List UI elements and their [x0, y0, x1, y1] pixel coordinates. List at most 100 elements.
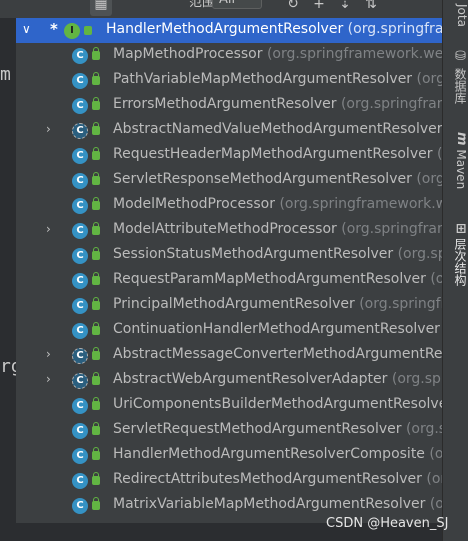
tree-item-label: PathVariableMapMethodArgumentResolver (o… — [113, 71, 442, 87]
tree-row[interactable]: C RequestParamMapMethodArgumentResolver (… — [16, 268, 442, 293]
maven-icon: m — [454, 132, 468, 146]
collapse-all-icon[interactable]: ⇣ — [334, 0, 356, 16]
star-marker-icon: * — [50, 20, 58, 38]
tree-row[interactable]: › C ModelAttributeMethodProcessor (org.spr… — [16, 218, 442, 243]
public-lock-icon — [92, 497, 100, 510]
public-lock-icon — [92, 197, 100, 210]
public-lock-icon — [92, 272, 100, 285]
public-lock-icon — [92, 72, 100, 85]
public-lock-icon — [92, 172, 100, 185]
public-lock-icon — [92, 347, 100, 360]
tree-item-label: AbstractWebArgumentResolverAdapter (org.… — [113, 371, 442, 387]
tree-item-label: PrincipalMethodArgumentResolver (org.spr… — [113, 296, 442, 312]
interface-icon: I — [64, 23, 80, 39]
side-tab-database[interactable]: ⛁ 数据库 — [443, 44, 468, 108]
tree-root-row[interactable]: ∨ * I HandlerMethodArgumentResolver (org… — [16, 18, 442, 43]
tree-row[interactable]: C ServletRequestMethodArgumentResolver (o… — [16, 418, 442, 443]
scope-dropdown[interactable]: All — [212, 0, 262, 9]
tree-item-label: HandlerMethodArgumentResolver (org.sprin… — [106, 21, 442, 37]
tree-item-label: AbstractNamedValueMethodArgumentResolver… — [113, 121, 442, 137]
hierarchy-toolbar: ▦ ↻ + ⇣ ⇅ 范围: All — [0, 0, 444, 18]
tree-row[interactable]: › C AbstractNamedValueMethodArgumentResolv… — [16, 118, 442, 143]
public-lock-icon — [92, 297, 100, 310]
class-icon: C — [72, 98, 88, 114]
public-lock-icon — [84, 26, 92, 35]
tree-item-label: MatrixVariableMapMethodArgumentResolver … — [113, 496, 442, 512]
public-lock-icon — [92, 97, 100, 110]
tree-item-label: RequestHeaderMapMethodArgumentResolver (… — [113, 146, 442, 162]
public-lock-icon — [92, 472, 100, 485]
class-icon: C — [72, 373, 88, 389]
class-icon: C — [72, 298, 88, 314]
tree-row[interactable]: › C AbstractMessageConverterMethodArgument… — [16, 343, 442, 368]
public-lock-icon — [92, 322, 100, 335]
tree-item-label: ErrorsMethodArgumentResolver (org.spring… — [113, 96, 442, 112]
chevron-right-icon[interactable]: › — [46, 372, 60, 386]
public-lock-icon — [92, 47, 100, 60]
tree-item-label: ModelAttributeMethodProcessor (org.sprin… — [113, 221, 442, 237]
expand-all-icon[interactable]: + — [308, 0, 330, 16]
public-lock-icon — [92, 372, 100, 385]
tree-row[interactable]: C RequestHeaderMapMethodArgumentResolver … — [16, 143, 442, 168]
tree-row[interactable]: C UriComponentsBuilderMethodArgumentResol… — [16, 393, 442, 418]
chevron-down-icon[interactable]: ∨ — [22, 22, 31, 36]
class-icon: C — [72, 223, 88, 239]
tree-item-label: RedirectAttributesMethodArgumentResolver… — [113, 471, 442, 487]
public-lock-icon — [92, 422, 100, 435]
tree-item-label: ServletResponseMethodArgumentResolver (o… — [113, 171, 442, 187]
tree-row[interactable]: C ServletResponseMethodArgumentResolver (… — [16, 168, 442, 193]
tree-row[interactable]: C ErrorsMethodArgumentResolver (org.sprin… — [16, 93, 442, 118]
side-tab-jota[interactable]: Jota — [443, 0, 468, 30]
class-icon: C — [72, 348, 88, 364]
chevron-right-icon[interactable]: › — [46, 122, 60, 136]
public-lock-icon — [92, 247, 100, 260]
hierarchy-mode-button[interactable]: ▦ — [90, 0, 112, 16]
side-tab-maven[interactable]: m Maven — [443, 126, 468, 196]
side-tab-label: 层次结构 — [453, 237, 467, 286]
database-icon: ⛁ — [453, 48, 468, 64]
sort-icon[interactable]: ⇅ — [360, 0, 382, 16]
public-lock-icon — [92, 147, 100, 160]
class-icon: C — [72, 323, 88, 339]
public-lock-icon — [92, 222, 100, 235]
tree-row[interactable]: › C AbstractWebArgumentResolverAdapter (or… — [16, 368, 442, 393]
class-icon: C — [72, 148, 88, 164]
hierarchy-tree[interactable]: ∨ * I HandlerMethodArgumentResolver (org… — [16, 18, 442, 523]
tree-row[interactable]: C ModelMethodProcessor (org.springframewo… — [16, 193, 442, 218]
tree-row[interactable]: C MatrixVariableMapMethodArgumentResolver… — [16, 493, 442, 518]
tree-item-label: ModelMethodProcessor (org.springframewor… — [113, 196, 442, 212]
class-icon: C — [72, 473, 88, 489]
tree-item-label: UriComponentsBuilderMethodArgumentResolv… — [113, 396, 442, 412]
public-lock-icon — [92, 447, 100, 460]
tree-row[interactable]: C ContinuationHandlerMethodArgumentResolv… — [16, 318, 442, 343]
tree-item-label: SessionStatusMethodArgumentResolver (org… — [113, 246, 442, 262]
public-lock-icon — [92, 397, 100, 410]
chevron-right-icon[interactable]: › — [46, 222, 60, 236]
chevron-right-icon[interactable]: › — [46, 347, 60, 361]
class-icon: C — [72, 73, 88, 89]
class-icon: C — [72, 448, 88, 464]
class-icon: C — [72, 173, 88, 189]
tree-row[interactable]: C PrincipalMethodArgumentResolver (org.sp… — [16, 293, 442, 318]
side-tab-hierarchy[interactable]: ⊞ 层次结构 — [443, 214, 468, 294]
class-icon: C — [72, 123, 88, 139]
class-icon: C — [72, 48, 88, 64]
tree-row[interactable]: C MapMethodProcessor (org.springframework… — [16, 43, 442, 68]
class-icon: C — [72, 198, 88, 214]
tree-row[interactable]: C PathVariableMapMethodArgumentResolver (… — [16, 68, 442, 93]
class-icon: C — [72, 398, 88, 414]
tree-item-label: AbstractMessageConverterMethodArgumentRe… — [113, 346, 442, 362]
public-lock-icon — [92, 122, 100, 135]
editor-text-fragment: m — [0, 64, 11, 85]
tree-item-label: ContinuationHandlerMethodArgumentResolve… — [113, 321, 440, 337]
tree-row[interactable]: C RedirectAttributesMethodArgumentResolve… — [16, 468, 442, 493]
tree-row[interactable]: C HandlerMethodArgumentResolverComposite … — [16, 443, 442, 468]
tree-row[interactable]: C SessionStatusMethodArgumentResolver (or… — [16, 243, 442, 268]
watermark: CSDN @Heaven_SJ — [326, 516, 449, 531]
tree-item-label: ServletRequestMethodArgumentResolver (or… — [113, 421, 442, 437]
tree-item-label: MapMethodProcessor (org.springframework.… — [113, 46, 442, 62]
editor-gutter: m rg — [0, 18, 22, 541]
side-tab-label: Maven — [454, 149, 468, 190]
refresh-icon[interactable]: ↻ — [282, 0, 304, 16]
hierarchy-icon: ⊞ — [453, 222, 468, 234]
